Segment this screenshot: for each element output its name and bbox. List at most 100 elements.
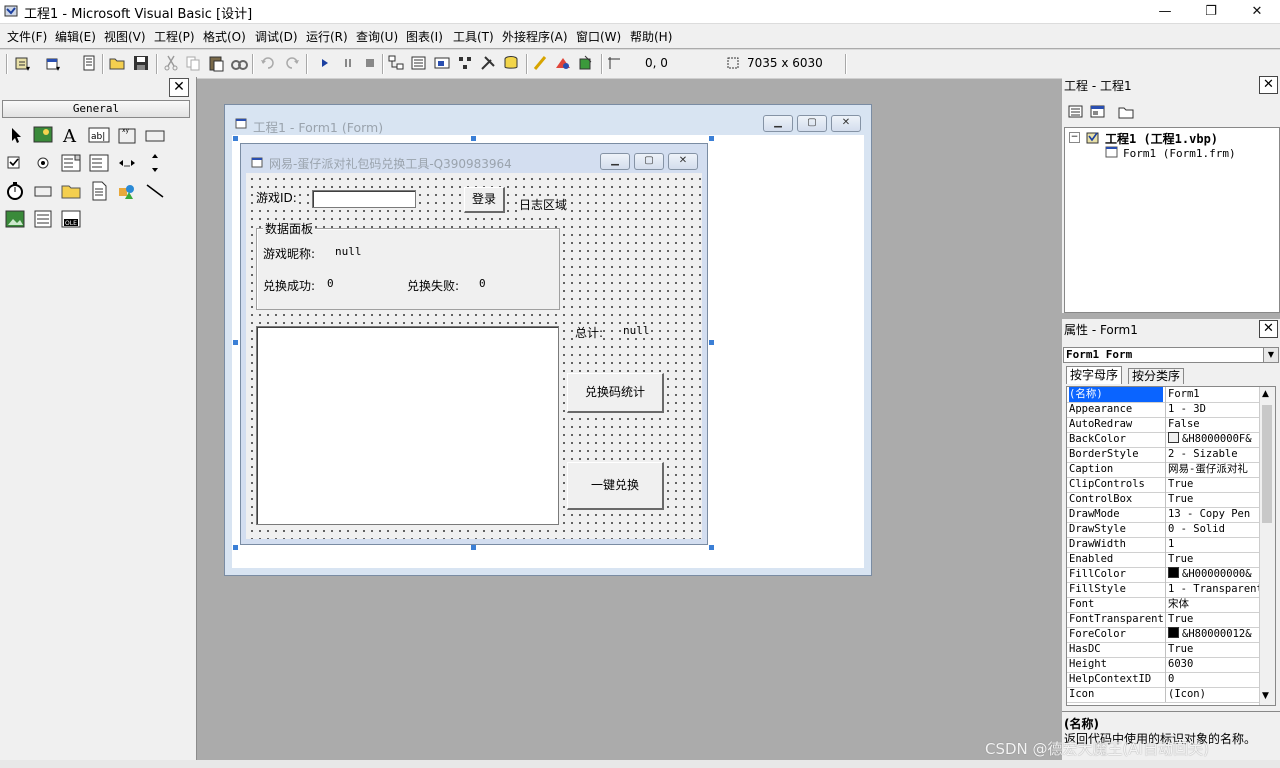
property-row[interactable]: FillColor &H00000000& xyxy=(1067,567,1259,583)
vscrollbar-icon[interactable] xyxy=(144,152,166,174)
label-icon[interactable]: A xyxy=(60,124,82,146)
image-icon[interactable] xyxy=(4,208,26,230)
toolbox-general-tab[interactable]: General xyxy=(2,100,190,118)
tree-form-node[interactable]: Form1 (Form1.frm) xyxy=(1123,147,1236,160)
view-code-icon[interactable] xyxy=(1068,104,1084,120)
object-selector[interactable]: Form1 Form ▼ xyxy=(1063,347,1279,363)
redeem-all-button[interactable]: 一键兑换 xyxy=(567,462,664,510)
cut-icon[interactable] xyxy=(162,54,180,72)
designed-form-client[interactable]: 游戏ID: 登录 日志区域 数据面板 游戏昵称: null 兑换成功: 0 兑换… xyxy=(246,173,702,539)
designed-form[interactable]: 网易-蛋仔派对礼包码兑换工具-Q390983964 ▁ ▢ ✕ 游戏ID: 登录… xyxy=(240,143,708,545)
property-row[interactable]: (名称) Form1 xyxy=(1067,387,1259,403)
package-icon[interactable] xyxy=(577,54,595,72)
timer-icon[interactable] xyxy=(4,180,26,202)
menu-addins[interactable]: 外接程序(A) xyxy=(502,28,568,45)
properties-close-button[interactable]: ✕ xyxy=(1259,320,1278,338)
resize-handle[interactable] xyxy=(709,340,714,345)
property-row[interactable]: DrawStyle 0 - Solid xyxy=(1067,522,1259,538)
property-value[interactable]: &H00000000& xyxy=(1165,567,1262,582)
property-value[interactable]: 6030 xyxy=(1165,657,1262,672)
copy-icon[interactable] xyxy=(184,54,202,72)
property-row[interactable]: Appearance 1 - 3D xyxy=(1067,402,1259,418)
property-value[interactable]: 宋体 xyxy=(1165,597,1262,612)
property-row[interactable]: ForeColor &H80000012& xyxy=(1067,627,1259,643)
resize-handle[interactable] xyxy=(233,136,238,141)
data-icon[interactable] xyxy=(32,208,54,230)
frame-icon[interactable]: xy xyxy=(116,124,138,146)
toolbox-icon[interactable] xyxy=(479,54,497,72)
close-button[interactable]: ✕ xyxy=(1234,0,1280,23)
nickname-value[interactable]: null xyxy=(335,245,362,258)
data-view-icon[interactable] xyxy=(502,54,520,72)
code-stats-button[interactable]: 兑换码统计 xyxy=(567,373,664,413)
drivelistbox-icon[interactable] xyxy=(32,180,54,202)
property-value[interactable]: 0 - Solid xyxy=(1165,522,1262,537)
menu-tools[interactable]: 工具(T) xyxy=(453,28,494,45)
open-project-icon[interactable] xyxy=(108,54,126,72)
property-value[interactable]: &H80000012& xyxy=(1165,627,1262,642)
form-window-minimize-button[interactable]: ▁ xyxy=(763,115,793,132)
view-object-icon[interactable] xyxy=(1090,104,1106,120)
textbox-icon[interactable]: ab| xyxy=(88,124,110,146)
ole-icon[interactable]: OLE xyxy=(60,208,82,230)
resize-handle[interactable] xyxy=(709,136,714,141)
component-icon[interactable] xyxy=(554,54,572,72)
dirlistbox-icon[interactable] xyxy=(60,180,82,202)
form-window-close-button[interactable]: ✕ xyxy=(831,115,861,132)
tree-collapse-icon[interactable]: − xyxy=(1069,132,1080,143)
checkbox-icon[interactable] xyxy=(4,152,26,174)
property-value[interactable]: True xyxy=(1165,552,1262,567)
scrollbar-thumb[interactable] xyxy=(1262,405,1272,523)
property-row[interactable]: DrawWidth 1 xyxy=(1067,537,1259,553)
find-icon[interactable] xyxy=(230,54,248,72)
property-row[interactable]: HasDC True xyxy=(1067,642,1259,658)
resize-handle[interactable] xyxy=(709,545,714,550)
filelistbox-icon[interactable] xyxy=(88,180,110,202)
total-label[interactable]: 总计: xyxy=(575,324,604,341)
log-textbox[interactable] xyxy=(256,326,559,525)
property-value[interactable]: 0 xyxy=(1165,672,1262,687)
property-row[interactable]: Icon (Icon) xyxy=(1067,687,1259,703)
menu-debug[interactable]: 调试(D) xyxy=(255,28,298,45)
commandbutton-icon[interactable] xyxy=(144,124,166,146)
menu-query[interactable]: 查询(U) xyxy=(356,28,398,45)
scroll-down-icon[interactable]: ▼ xyxy=(1262,691,1269,701)
total-value[interactable]: null xyxy=(623,324,650,337)
combobox-icon[interactable] xyxy=(60,152,82,174)
menu-file[interactable]: 文件(F) xyxy=(7,28,47,45)
paste-icon[interactable] xyxy=(207,54,225,72)
property-row[interactable]: ControlBox True xyxy=(1067,492,1259,508)
optionbutton-icon[interactable] xyxy=(32,152,54,174)
property-row[interactable]: DrawMode 13 - Copy Pen xyxy=(1067,507,1259,523)
line-icon[interactable] xyxy=(144,180,166,202)
property-value[interactable]: False xyxy=(1165,417,1262,432)
undo-icon[interactable] xyxy=(259,54,277,72)
menu-run[interactable]: 运行(R) xyxy=(306,28,348,45)
resize-handle[interactable] xyxy=(233,545,238,550)
property-value[interactable]: 1 xyxy=(1165,537,1262,552)
tab-categorized[interactable]: 按分类序 xyxy=(1128,368,1185,384)
property-row[interactable]: Font 宋体 xyxy=(1067,597,1259,613)
visual-component-manager-icon[interactable] xyxy=(531,54,549,72)
listbox-icon[interactable] xyxy=(88,152,110,174)
property-value[interactable]: 网易-蛋仔派对礼 xyxy=(1165,462,1262,477)
add-form-icon[interactable]: ▾ xyxy=(44,54,62,72)
tab-alphabetic[interactable]: 按字母序 xyxy=(1066,366,1123,384)
login-button[interactable]: 登录 xyxy=(464,187,505,213)
property-grid-scrollbar[interactable]: ▲ ▼ xyxy=(1259,387,1275,705)
menu-project[interactable]: 工程(P) xyxy=(154,28,195,45)
shape-icon[interactable] xyxy=(116,180,138,202)
menu-help[interactable]: 帮助(H) xyxy=(630,28,672,45)
end-icon[interactable] xyxy=(361,54,379,72)
property-value[interactable]: (Icon) xyxy=(1165,687,1262,702)
redo-icon[interactable] xyxy=(283,54,301,72)
property-value[interactable]: 1 - Transparent xyxy=(1165,582,1262,597)
menu-format[interactable]: 格式(O) xyxy=(203,28,246,45)
property-value[interactable]: True xyxy=(1165,612,1262,627)
resize-handle[interactable] xyxy=(471,136,476,141)
property-value[interactable]: 1 - 3D xyxy=(1165,402,1262,417)
menu-diagram[interactable]: 图表(I) xyxy=(406,28,443,45)
form-window-maximize-button[interactable]: ▢ xyxy=(797,115,827,132)
property-value[interactable]: 2 - Sizable xyxy=(1165,447,1262,462)
toggle-folders-icon[interactable] xyxy=(1118,104,1134,120)
